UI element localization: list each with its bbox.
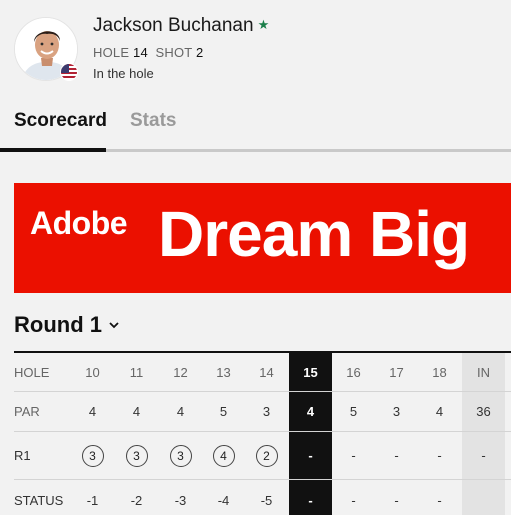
- score-cell: 4: [289, 392, 332, 431]
- tab-stats[interactable]: Stats: [130, 110, 176, 132]
- status-row: STATUS -1 -2 -3 -4 -5- - - -: [14, 480, 511, 515]
- hole-label: HOLE: [93, 45, 130, 60]
- score-cell: [462, 480, 505, 515]
- score-cell: 3: [71, 432, 114, 479]
- score-cell: 2: [245, 432, 288, 479]
- score-cell: -: [351, 492, 356, 508]
- ad-tagline: Dream Big: [158, 198, 470, 270]
- player-status: In the hole: [93, 66, 154, 81]
- score-cell: 13: [216, 364, 231, 380]
- score-cell: 15: [289, 353, 332, 391]
- score-cell: -: [394, 448, 399, 463]
- tab-bar: Scorecard Stats: [0, 100, 511, 152]
- score-cell: -: [351, 448, 356, 463]
- score-cell: -2: [130, 492, 143, 508]
- birdie-circle: 3: [81, 444, 104, 467]
- score-cell: -: [437, 448, 442, 463]
- active-tab-indicator: [0, 148, 106, 152]
- score-cell: -: [394, 492, 399, 508]
- score-cell: -5: [260, 492, 273, 508]
- score-cell: -: [437, 492, 442, 508]
- score-cell: -3: [174, 492, 187, 508]
- score-cell: 16: [346, 364, 361, 380]
- score-cell: -1: [86, 492, 99, 508]
- shot-value: 2: [196, 45, 204, 60]
- star-icon: ★: [257, 17, 270, 32]
- hole-row: HOLE 10 11 12 13 14 15 16 17 18 IN: [14, 353, 511, 392]
- score-cell: 3: [159, 432, 202, 479]
- round-selector[interactable]: Round 1: [14, 312, 120, 338]
- score-cell: 4: [202, 432, 245, 479]
- scorecard-table: HOLE 10 11 12 13 14 15 16 17 18 IN PAR 4 4 4 5 3 4 5 3 4 36 R1…: [14, 351, 511, 515]
- score-cell: 4: [132, 404, 141, 419]
- score-cell: 5: [219, 404, 228, 419]
- score-cell: 11: [129, 364, 144, 380]
- score-cell: -: [462, 432, 505, 479]
- score-cell: 3: [262, 404, 271, 419]
- r1-row: R1 3 3 3 4 2- - - - -: [14, 432, 511, 480]
- score-cell: 4: [435, 404, 444, 419]
- score-cell: 4: [88, 404, 97, 419]
- advertisement-banner[interactable]: Adobe Dream Big: [14, 183, 511, 293]
- ad-brand-logo: Adobe: [30, 205, 128, 241]
- birdie-circle: 3: [169, 444, 192, 467]
- score-cell: 17: [389, 364, 404, 380]
- round-title: Round 1: [14, 312, 102, 337]
- hole-value: 14: [133, 45, 148, 60]
- score-cell: -4: [217, 492, 230, 508]
- avatar[interactable]: [14, 17, 78, 81]
- tab-scorecard[interactable]: Scorecard: [14, 110, 107, 132]
- score-cell: 3: [115, 432, 158, 479]
- score-cell: -: [289, 480, 332, 515]
- score-cell: 36: [462, 392, 505, 431]
- us-flag-icon: [60, 63, 78, 81]
- score-cell: 5: [349, 404, 358, 419]
- score-cell: 4: [176, 404, 185, 419]
- score-cell: 10: [85, 364, 100, 380]
- player-name-row: Jackson Buchanan ★: [93, 15, 269, 37]
- birdie-circle: 2: [255, 444, 278, 467]
- score-cell: 14: [259, 364, 274, 380]
- player-header: Jackson Buchanan ★ HOLE 14 SHOT 2 In the …: [0, 0, 511, 96]
- shot-label: SHOT: [155, 45, 193, 60]
- birdie-circle: 3: [125, 444, 148, 467]
- score-cell: 18: [432, 364, 447, 380]
- score-cell: 12: [173, 364, 188, 380]
- birdie-circle: 4: [212, 444, 235, 467]
- par-row: PAR 4 4 4 5 3 4 5 3 4 36: [14, 392, 511, 432]
- score-cell: IN: [462, 353, 505, 391]
- chevron-down-icon: [109, 322, 119, 329]
- score-cell: 3: [392, 404, 401, 419]
- hole-shot-info: HOLE 14 SHOT 2: [93, 45, 203, 60]
- score-cell: -: [289, 432, 332, 479]
- player-name[interactable]: Jackson Buchanan: [93, 15, 254, 36]
